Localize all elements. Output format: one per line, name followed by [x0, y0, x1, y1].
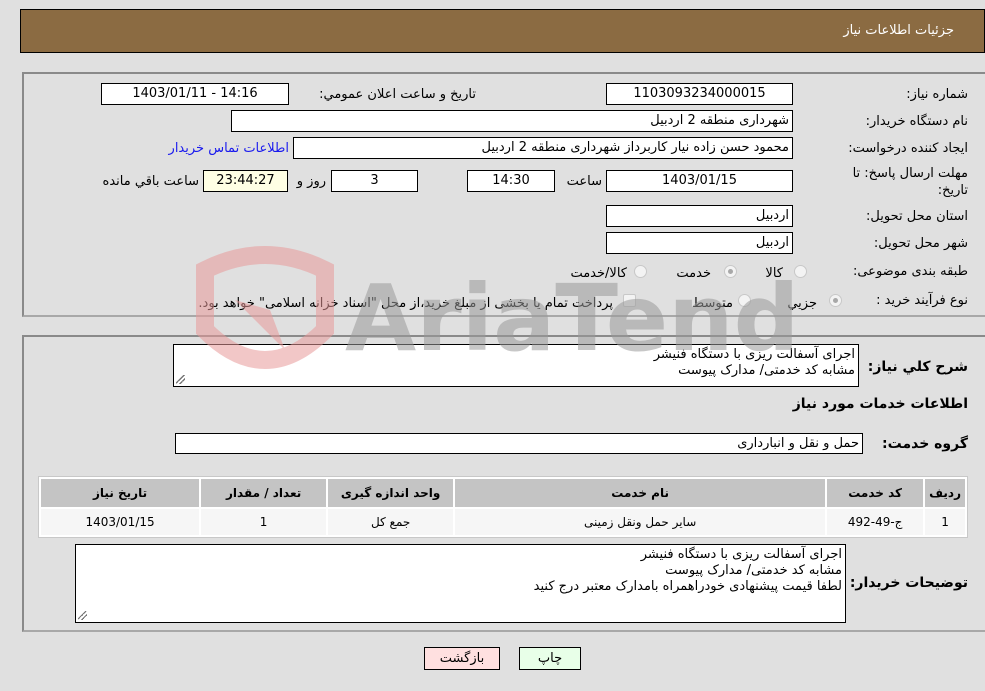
buyer-org-field: شهرداری منطقه 2 اردبیل — [231, 110, 793, 132]
category-radio-goods[interactable] — [794, 265, 807, 278]
column-header-row-number: رديف — [925, 479, 965, 507]
cell-quantity: 1 — [201, 509, 327, 535]
cell-service-code: ج-49-492 — [827, 509, 924, 535]
category-radio-goods-service[interactable] — [634, 265, 647, 278]
buyer-notes-line: لطفا قیمت پیشنهادی خودراهمراه بامدارک مع… — [533, 579, 842, 594]
purchase-process-label: نوع فرآيند خريد : — [876, 293, 968, 308]
process-option-minor: جزيي — [787, 296, 817, 311]
announce-datetime-field: 1403/01/11 - 14:16 — [101, 83, 289, 105]
service-group-label: گروه خدمت: — [882, 436, 968, 452]
category-option-goods: کالا — [765, 266, 783, 281]
treasury-note: پرداخت تمام يا بخشی از مبلغ خريد،از محل … — [198, 296, 613, 311]
services-section-title: اطلاعات خدمات مورد نياز — [792, 396, 968, 412]
table-row: 1 ج-49-492 سایر حمل ونقل زمینی جمع کل 1 … — [41, 509, 965, 535]
buyer-notes-textarea[interactable]: اجرای آسفالت ریزی با دستگاه فنیشر مشابه … — [75, 544, 846, 623]
page-header: جزئیات اطلاعات نیاز — [20, 9, 985, 53]
city-field: اردبیل — [606, 232, 793, 254]
buyer-contact-link[interactable]: اطلاعات تماس خريدار — [169, 141, 289, 156]
description-label: شرح كلي نياز: — [867, 359, 968, 375]
need-info-panel — [22, 72, 985, 317]
process-radio-medium[interactable] — [738, 294, 751, 307]
process-radio-minor[interactable] — [829, 294, 842, 307]
city-label: شهر محل تحويل: — [873, 236, 968, 251]
requester-field: محمود حسن زاده نیار کاربرداز شهرداری منط… — [293, 137, 793, 159]
column-header-service-name: نام خدمت — [455, 479, 826, 507]
print-button[interactable]: چاپ — [519, 647, 581, 670]
requester-label: ايجاد کننده درخواست: — [848, 141, 968, 156]
description-textarea[interactable]: اجرای آسفالت ریزی با دستگاه فنیشر مشابه … — [173, 344, 859, 387]
process-option-medium: متوسط — [692, 296, 733, 311]
deadline-time-label: ساعت — [566, 174, 602, 189]
category-option-goods-service: کالا/خدمت — [570, 266, 627, 281]
province-field: اردبیل — [606, 205, 793, 227]
treasury-checkbox[interactable] — [623, 294, 636, 307]
description-line: مشابه کد خدمتی/ مدارک پیوست — [678, 363, 855, 378]
category-option-service: خدمت — [676, 266, 711, 281]
cell-service-name: سایر حمل ونقل زمینی — [455, 509, 826, 535]
deadline-label-line1: مهلت ارسال پاسخ: تا — [852, 166, 968, 181]
need-number-field: 1103093234000015 — [606, 83, 793, 105]
cell-unit: جمع کل — [328, 509, 454, 535]
time-remaining-label: ساعت باقي مانده — [102, 174, 199, 189]
back-button[interactable]: بازگشت — [424, 647, 500, 670]
province-label: استان محل تحويل: — [866, 209, 968, 224]
column-header-service-code: کد خدمت — [827, 479, 924, 507]
announce-datetime-value: 1403/01/11 - 14:16 — [132, 86, 258, 101]
buyer-notes-label: توضيحات خريدار: — [849, 575, 968, 591]
resize-grip-icon[interactable] — [78, 611, 87, 620]
services-table: رديف کد خدمت نام خدمت واحد اندازه گيری ت… — [38, 476, 968, 538]
deadline-time-field: 14:30 — [467, 170, 555, 192]
days-label: روز و — [296, 174, 326, 189]
days-remaining-field: 3 — [331, 170, 418, 192]
page-title: جزئیات اطلاعات نیاز — [843, 23, 954, 38]
service-group-field: حمل و نقل و انبارداری — [175, 433, 863, 454]
buyer-org-label: نام دستگاه خريدار: — [865, 114, 968, 129]
announce-datetime-label: تاریخ و ساعت اعلان عمومي: — [319, 87, 476, 102]
buyer-notes-line: اجرای آسفالت ریزی با دستگاه فنیشر — [640, 547, 842, 562]
description-line: اجرای آسفالت ریزی با دستگاه فنیشر — [653, 347, 855, 362]
category-radio-service[interactable] — [724, 265, 737, 278]
column-header-quantity: تعداد / مقدار — [201, 479, 327, 507]
cell-need-date: 1403/01/15 — [41, 509, 200, 535]
column-header-unit: واحد اندازه گيری — [328, 479, 454, 507]
cell-row-number: 1 — [925, 509, 965, 535]
table-header-row: رديف کد خدمت نام خدمت واحد اندازه گيری ت… — [41, 479, 965, 507]
deadline-date-field: 1403/01/15 — [606, 170, 793, 192]
buyer-notes-line: مشابه کد خدمتی/ مدارک پیوست — [665, 563, 842, 578]
resize-grip-icon[interactable] — [176, 375, 185, 384]
deadline-label-line2: تاريخ: — [937, 183, 968, 198]
need-number-label: شماره نیاز: — [906, 87, 968, 102]
column-header-need-date: تاريخ نياز — [41, 479, 200, 507]
category-label: طبقه بندی موضوعی: — [852, 264, 968, 279]
time-remaining-field: 23:44:27 — [203, 170, 288, 192]
